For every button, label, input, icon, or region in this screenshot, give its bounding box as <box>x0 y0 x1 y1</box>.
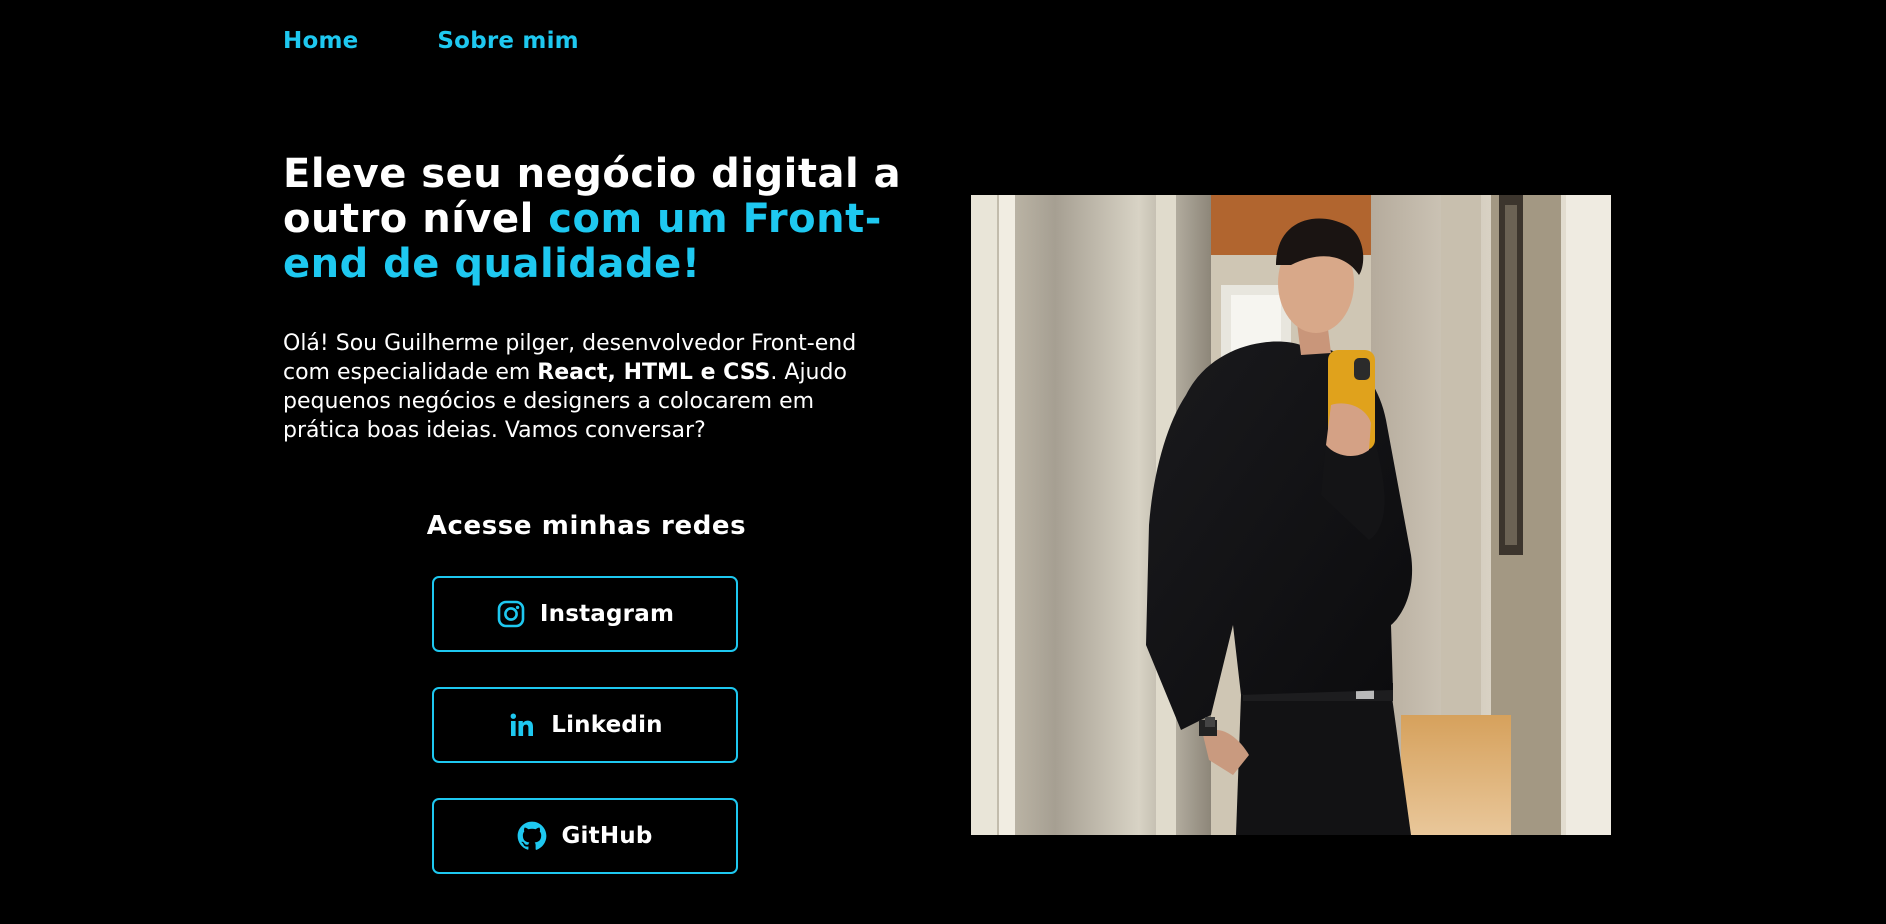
instagram-button-label: Instagram <box>539 601 675 627</box>
linkedin-button-label: Linkedin <box>551 712 663 738</box>
hero-title: Eleve seu negócio digital a outro nível … <box>283 152 903 287</box>
page: Home Sobre mim Eleve seu negócio digital… <box>0 0 1886 924</box>
nav-link-sobre-mim[interactable]: Sobre mim <box>437 28 578 54</box>
intro-paragraph: Olá! Sou Guilherme pilger, desenvolvedor… <box>283 329 883 445</box>
github-icon <box>517 821 547 851</box>
linkedin-icon <box>507 710 537 740</box>
intro-tech-stack: React, HTML e CSS <box>537 360 771 385</box>
github-button[interactable]: GitHub <box>432 798 738 874</box>
profile-photo <box>971 195 1611 835</box>
linkedin-button[interactable]: Linkedin <box>432 687 738 763</box>
top-nav: Home Sobre mim <box>283 28 579 54</box>
github-button-label: GitHub <box>561 823 653 849</box>
social-section-title: Acesse minhas redes <box>426 511 747 541</box>
instagram-button[interactable]: Instagram <box>432 576 738 652</box>
nav-link-home[interactable]: Home <box>283 28 358 54</box>
instagram-icon <box>496 599 526 629</box>
